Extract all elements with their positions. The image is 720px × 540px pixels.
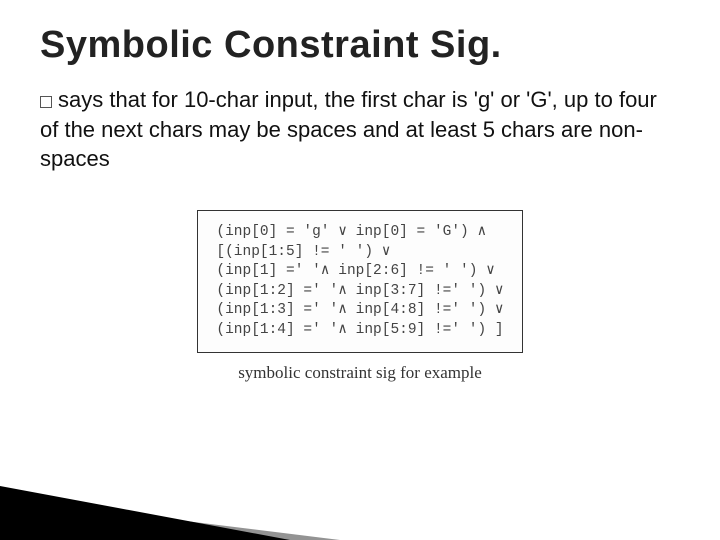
bullet-paragraph: says that for 10-char input, the first c…	[40, 85, 660, 174]
constraint-box: (inp[0] = 'g' ∨ inp[0] = 'G') ∧ [(inp[1:…	[197, 210, 522, 353]
constraint-line: (inp[0] = 'g' ∨ inp[0] = 'G') ∧	[216, 223, 503, 243]
constraint-figure: (inp[0] = 'g' ∨ inp[0] = 'G') ∧ [(inp[1:…	[40, 210, 680, 383]
constraint-line: (inp[1:3] =' '∧ inp[4:8] !=' ') ∨	[216, 301, 503, 321]
slide: Symbolic Constraint Sig. says that for 1…	[0, 0, 720, 540]
bullet-first-word: says	[58, 87, 103, 112]
figure-caption: symbolic constraint sig for example	[40, 363, 680, 383]
constraint-line: (inp[1:2] =' '∧ inp[3:7] !=' ') ∨	[216, 282, 503, 302]
slide-title: Symbolic Constraint Sig.	[40, 24, 680, 67]
decorative-wedge-black	[0, 486, 290, 540]
constraint-line: (inp[1:4] =' '∧ inp[5:9] !=' ') ]	[216, 321, 503, 341]
bullet-square-icon	[40, 96, 52, 108]
constraint-line: (inp[1] =' '∧ inp[2:6] != ' ') ∨	[216, 262, 503, 282]
constraint-line: [(inp[1:5] != ' ') ∨	[216, 243, 503, 263]
bullet-body: that for 10-char input, the first char i…	[40, 87, 657, 171]
